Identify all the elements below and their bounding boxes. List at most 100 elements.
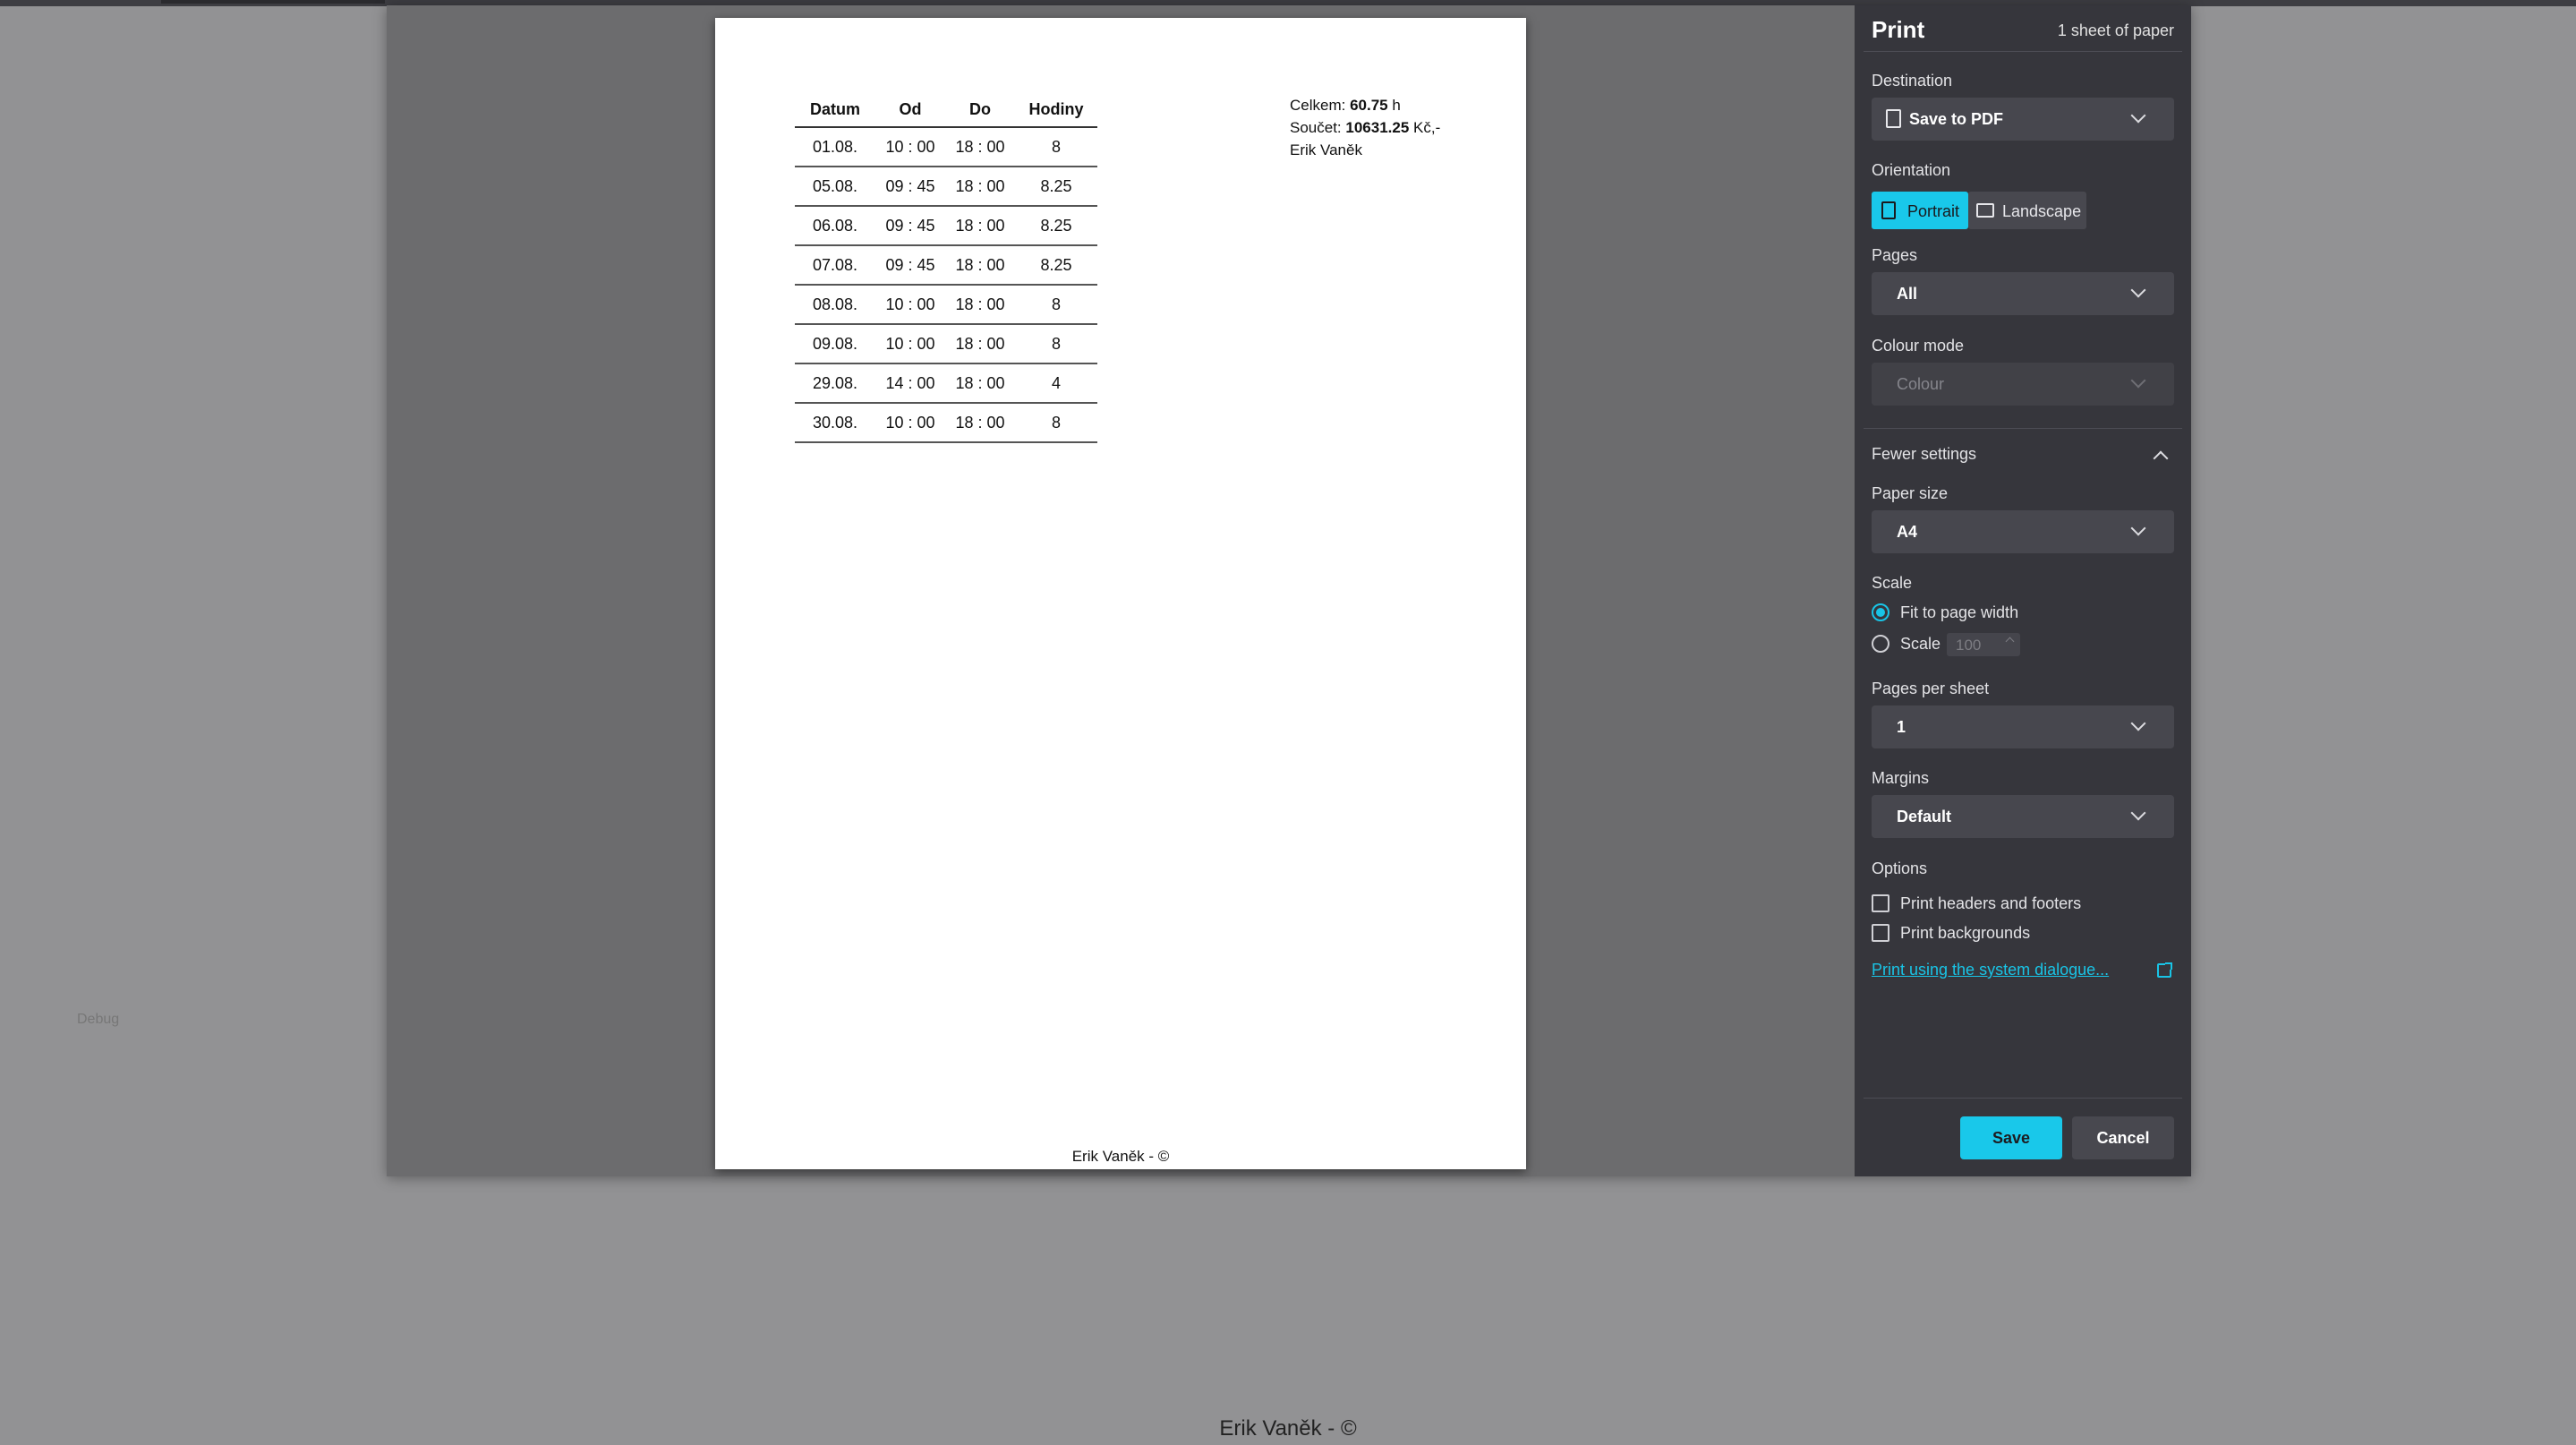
cell-hodiny: 8.25 <box>1015 245 1097 286</box>
pages-label: Pages <box>1872 246 1918 264</box>
preview-page: Datum Od Do Hodiny 01.08. 10 : 00 18 : 00 8… <box>715 18 1526 1169</box>
cell-hodiny: 8.25 <box>1015 206 1097 246</box>
custom-scale-label[interactable]: Scale <box>1900 635 1941 654</box>
sum-unit: Kč,- <box>1413 119 1441 136</box>
headers-footers-label[interactable]: Print headers and footers <box>1900 894 2081 913</box>
summary-sum: Součet: 10631.25 Kč,- <box>1290 116 1440 139</box>
portrait-label: Portrait <box>1907 202 1960 220</box>
timesheet-table: Datum Od Do Hodiny 01.08. 10 : 00 18 : 00 8… <box>795 92 1097 443</box>
custom-scale-radio[interactable] <box>1872 635 1889 653</box>
paper-size-label: Paper size <box>1872 484 1949 502</box>
cell-hodiny: 8 <box>1015 127 1097 167</box>
cell-datum: 05.08. <box>795 167 875 207</box>
table-row: 30.08. 10 : 00 18 : 00 8 <box>795 403 1097 443</box>
cell-od: 09 : 45 <box>875 245 945 286</box>
chevron-down-icon <box>2130 372 2146 389</box>
chevron-down-icon <box>2130 520 2146 536</box>
chevron-down-icon <box>2130 107 2146 124</box>
orientation-landscape-button[interactable]: Landscape <box>1968 192 2086 229</box>
cell-datum: 30.08. <box>795 403 875 443</box>
table-row: 09.08. 10 : 00 18 : 00 8 <box>795 324 1097 364</box>
orientation-portrait-button[interactable]: Portrait <box>1872 192 1968 229</box>
sum-label: Součet: <box>1290 119 1342 136</box>
paper-size-value: A4 <box>1897 523 1918 541</box>
stepper-icon <box>2005 637 2015 646</box>
cell-do: 18 : 00 <box>945 206 1015 246</box>
cell-do: 18 : 00 <box>945 363 1015 404</box>
landscape-label: Landscape <box>2002 202 2082 220</box>
table-row: 29.08. 14 : 00 18 : 00 4 <box>795 363 1097 404</box>
chevron-down-icon <box>2130 282 2146 298</box>
document-footer: Erik Vaněk - © <box>1071 1148 1170 1165</box>
cell-do: 18 : 00 <box>945 324 1015 364</box>
total-unit: h <box>1392 97 1401 114</box>
colour-mode-label: Colour mode <box>1872 337 1965 355</box>
destination-label: Destination <box>1872 72 1953 90</box>
margins-select[interactable]: Default <box>1872 795 2174 838</box>
print-settings-panel: Print 1 sheet of paper Destination Save … <box>1855 5 2191 1176</box>
destination-select[interactable]: Save to PDF <box>1872 98 2174 141</box>
cell-datum: 07.08. <box>795 245 875 286</box>
pages-select[interactable]: All <box>1872 272 2174 315</box>
cell-hodiny: 8.25 <box>1015 167 1097 207</box>
backgrounds-label[interactable]: Print backgrounds <box>1900 924 2030 943</box>
cell-hodiny: 4 <box>1015 363 1097 404</box>
scale-value: 100 <box>1956 637 1982 654</box>
total-label: Celkem: <box>1290 97 1346 114</box>
column-header-datum: Datum <box>795 92 875 128</box>
cell-do: 18 : 00 <box>945 167 1015 207</box>
cell-do: 18 : 00 <box>945 403 1015 443</box>
headers-footers-checkbox[interactable] <box>1872 894 1889 912</box>
portrait-icon <box>1881 201 1896 219</box>
options-label: Options <box>1872 859 1928 877</box>
cell-datum: 08.08. <box>795 285 875 325</box>
cell-datum: 29.08. <box>795 363 875 404</box>
summary-name: Erik Vaněk <box>1290 141 1362 158</box>
pages-per-sheet-select[interactable]: 1 <box>1872 705 2174 748</box>
cell-do: 18 : 00 <box>945 127 1015 167</box>
cell-hodiny: 8 <box>1015 285 1097 325</box>
sheet-count: 1 sheet of paper <box>2057 21 2174 39</box>
cell-od: 14 : 00 <box>875 363 945 404</box>
cell-datum: 06.08. <box>795 206 875 246</box>
external-link-icon[interactable] <box>2157 962 2172 978</box>
print-dialog: Datum Od Do Hodiny 01.08. 10 : 00 18 : 00 8… <box>387 5 2191 1176</box>
system-dialog-link[interactable]: Print using the system dialogue... <box>1872 961 2109 979</box>
cell-hodiny: 8 <box>1015 403 1097 443</box>
chevron-down-icon <box>2130 805 2146 821</box>
print-preview-area: Datum Od Do Hodiny 01.08. 10 : 00 18 : 00 8… <box>387 5 1855 1176</box>
chevron-down-icon <box>2130 715 2146 731</box>
paper-size-select[interactable]: A4 <box>1872 510 2174 553</box>
page-footer: Erik Vaněk - © <box>1219 1416 1357 1441</box>
cancel-button[interactable]: Cancel <box>2072 1116 2174 1159</box>
footer-divider <box>1864 1098 2182 1099</box>
destination-value: Save to PDF <box>1909 110 2004 128</box>
cell-hodiny: 8 <box>1015 324 1097 364</box>
cell-od: 09 : 45 <box>875 206 945 246</box>
colour-mode-value: Colour <box>1897 375 1945 393</box>
pages-per-sheet-label: Pages per sheet <box>1872 680 1990 697</box>
save-button[interactable]: Save <box>1960 1116 2062 1159</box>
fit-to-page-width-radio[interactable] <box>1872 603 1889 621</box>
chevron-up-icon[interactable] <box>2153 450 2169 466</box>
cell-do: 18 : 00 <box>945 245 1015 286</box>
fewer-settings-toggle[interactable]: Fewer settings <box>1872 445 1976 464</box>
header-divider <box>1864 51 2182 52</box>
settings-divider <box>1864 428 2182 429</box>
table-row: 08.08. 10 : 00 18 : 00 8 <box>795 285 1097 325</box>
cell-datum: 01.08. <box>795 127 875 167</box>
total-value: 60.75 <box>1350 97 1388 114</box>
fit-to-page-width-label[interactable]: Fit to page width <box>1900 603 2018 622</box>
pages-value: All <box>1897 285 1918 303</box>
column-header-do: Do <box>945 92 1015 128</box>
colour-mode-select: Colour <box>1872 363 2174 406</box>
browser-tab-strip <box>161 0 385 4</box>
cell-od: 10 : 00 <box>875 403 945 443</box>
debug-label: Debug <box>77 1012 120 1027</box>
pages-per-sheet-value: 1 <box>1897 718 1906 736</box>
landscape-icon <box>1976 203 1994 218</box>
margins-value: Default <box>1897 808 1952 825</box>
column-header-hodiny: Hodiny <box>1015 92 1097 128</box>
cell-datum: 09.08. <box>795 324 875 364</box>
backgrounds-checkbox[interactable] <box>1872 924 1889 942</box>
